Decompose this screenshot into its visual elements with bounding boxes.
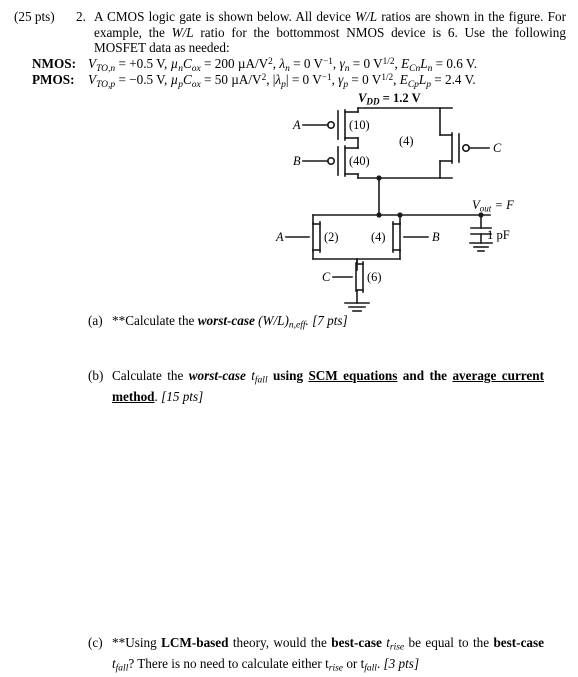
pmos-cox-symbol: C [182, 72, 192, 88]
part-b-tag: (b) [88, 368, 104, 383]
question-number: 2. [76, 9, 86, 24]
pmos-lambda-close-bar: | [285, 72, 289, 88]
part-c-text-4: be equal to the [404, 635, 494, 650]
part-c-tag: (c) [88, 635, 103, 650]
pmos-mu-value: = 50 µA/V [204, 72, 262, 88]
question-text-1: A CMOS logic gate is shown below. All de… [94, 9, 356, 24]
part-b-scm-equations: SCM equations [308, 368, 398, 383]
part-a-stars: ** [112, 313, 126, 328]
part-b: (b) Calculate the worst-case tfall using… [88, 368, 544, 405]
pmos-c-gate-bubble [461, 144, 470, 153]
nmos-b-input-label: B [432, 230, 440, 244]
part-c-subscript-1: rise [389, 642, 405, 653]
part-b-subscript: fall [254, 375, 268, 386]
vout-subscript: out [479, 203, 492, 214]
junction-dot-output-left [376, 212, 382, 218]
pmos-a-input-label: A [293, 118, 301, 132]
vdd-subscript: DD [366, 96, 380, 107]
part-b-points: [15 pts] [161, 389, 204, 405]
pmos-gamma-subscript: p [343, 79, 349, 90]
part-a-text-1: Calculate the [125, 313, 198, 328]
part-c-best-case-2: best-case [493, 635, 545, 650]
part-c-text-7: or t [343, 656, 365, 672]
part-a: (a) **Calculate the worst-case (W/L)n,ef… [88, 313, 388, 334]
nmos-lambda-exponent: −1 [323, 56, 333, 66]
nmos-gamma-exponent: 1/2 [382, 56, 395, 66]
question-statement: A CMOS logic gate is shown below. All de… [94, 9, 566, 56]
pmos-lambda-exponent: −1 [321, 72, 332, 82]
nmos-c-wl-label: (6) [367, 270, 382, 284]
part-c-text-1: Using [125, 635, 162, 650]
part-c-subscript-3: rise [328, 663, 344, 674]
problem-page: (25 pts) 2. A CMOS logic gate is shown b… [0, 0, 578, 674]
pmos-label: PMOS: [32, 72, 75, 88]
part-a-text: **Calculate the worst-case (W/L)n,eff. [… [112, 313, 388, 334]
pmos-b-gate-bubble [326, 157, 335, 166]
vout-value: = F [494, 198, 514, 212]
part-a-subscript: n,eff [288, 320, 306, 331]
pmos-c-input-label: C [493, 141, 502, 155]
part-c-text: **Using LCM-based theory, would the best… [112, 635, 544, 677]
part-c-lcm-based: LCM-based [161, 635, 229, 650]
nmos-c-input-label: C [322, 270, 331, 284]
part-c-text-3: t [381, 635, 390, 650]
wl-ratio-italic-1: W/L [355, 9, 378, 24]
nmos-b-wl-label: (4) [371, 230, 386, 244]
question-points: (25 pts) [14, 9, 55, 24]
pmos-a-wl-label: (10) [349, 118, 370, 132]
question-header: (25 pts) 2. A CMOS logic gate is shown b… [14, 9, 566, 56]
vdd-value: = 1.2 V [382, 91, 421, 105]
junction-dot-output-mid [397, 212, 403, 218]
part-a-points: [7 pts] [312, 313, 348, 328]
part-c-stars: ** [112, 635, 126, 650]
part-c-points: [3 pts] [383, 656, 420, 672]
part-b-text-4: and the [397, 368, 453, 383]
pmos-a-gate-bubble [326, 121, 335, 130]
pmos-gamma-exponent: 1/2 [381, 72, 394, 82]
part-c-best-case-1: best-case [331, 635, 382, 650]
pmos-vto-subscript: TO,p [96, 79, 116, 90]
part-c-text-2: theory, would the [228, 635, 332, 650]
question-header-row: (25 pts) 2. A CMOS logic gate is shown b… [14, 9, 566, 56]
wl-ratio-italic-2: W/L [171, 24, 194, 40]
part-a-tag: (a) [88, 313, 103, 328]
pmos-ec-value: = 2.4 V. [434, 72, 476, 88]
part-c-text-6: ? There is no need to calculate either t [128, 656, 329, 672]
part-c: (c) **Using LCM-based theory, would the … [88, 635, 544, 677]
part-c-text-8: . [376, 656, 384, 672]
part-b-text-1: Calculate the [112, 368, 189, 383]
part-c-subscript-4: fall [364, 663, 377, 674]
part-a-worst-case: worst-case [197, 313, 255, 328]
nmos-mu-exponent: 2 [268, 56, 273, 66]
pmos-lambda-value: = 0 V [291, 72, 322, 88]
part-b-text: Calculate the worst-case tfall using SCM… [112, 368, 544, 405]
pmos-cox-subscript: ox [191, 79, 201, 90]
nmos-a-input-label: A [276, 230, 284, 244]
pmos-b-wl-label: (40) [349, 154, 370, 168]
pmos-l-subscript: p [426, 79, 431, 90]
vout-symbol: V [472, 198, 480, 212]
pmos-vto-symbol: V [88, 72, 97, 88]
part-c-subscript-2: fall [115, 663, 129, 674]
vdd-label: VDD = 1.2 V [358, 91, 421, 107]
load-capacitor-label: 1 pF [487, 228, 510, 242]
pmos-c-wl-label: (4) [399, 134, 414, 148]
vout-label: Vout = F [472, 198, 514, 214]
pmos-ec-subscript: Cp [407, 79, 419, 90]
part-a-text-2: (W/L) [254, 313, 289, 328]
pmos-values: VTO,p = −0.5 V, µpCox = 50 µA/V2, |λp| =… [88, 72, 476, 90]
part-b-worst-case: worst-case [188, 368, 246, 383]
junction-dot-pullup-node [376, 175, 382, 181]
pmos-vto-value: = −0.5 V, [118, 72, 168, 88]
pmos-data-line: PMOS: VTO,p = −0.5 V, µpCox = 50 µA/V2, |… [32, 69, 578, 93]
pmos-b-input-label: B [293, 154, 301, 168]
pmos-gamma-value: = 0 V [351, 72, 382, 88]
part-b-text-3: using [267, 368, 309, 383]
pmos-ec-symbol: E [399, 72, 408, 88]
part-b-text-2: t [245, 368, 255, 383]
nmos-a-wl-label: (2) [324, 230, 339, 244]
pmos-mu-exponent: 2 [261, 72, 267, 82]
